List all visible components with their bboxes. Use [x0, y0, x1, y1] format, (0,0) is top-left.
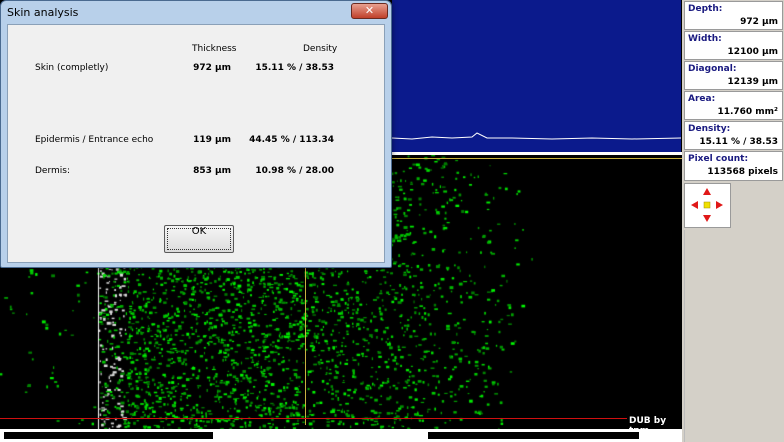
density-value: 15.11 % / 38.53 — [699, 137, 778, 147]
close-icon: ✕ — [364, 4, 375, 17]
panel-empty-area — [684, 230, 784, 442]
width-value: 12100 µm — [727, 47, 778, 57]
thickness-header: Thickness — [192, 44, 237, 54]
width-box: Width: 12100 µm — [684, 31, 783, 60]
center-dot-icon[interactable] — [703, 201, 711, 209]
epidermis-row-density: 44.45 % / 113.34 — [249, 135, 334, 145]
skin-analysis-dialog: Skin analysis ✕ Thickness Density Skin (… — [0, 0, 392, 268]
close-button[interactable]: ✕ — [351, 3, 388, 19]
density-box: Density: 15.11 % / 38.53 — [684, 121, 783, 150]
surface-marker-line[interactable] — [392, 158, 682, 159]
arrow-up-icon[interactable] — [703, 188, 711, 195]
arrow-down-icon[interactable] — [703, 215, 711, 222]
area-label: Area: — [688, 94, 716, 104]
diagonal-value: 12139 µm — [727, 77, 778, 87]
depth-box: Depth: 972 µm — [684, 1, 783, 30]
arrow-left-icon[interactable] — [691, 201, 698, 209]
scale-segment — [428, 432, 639, 439]
scale-strip — [0, 429, 682, 442]
ok-button[interactable]: OK — [164, 225, 234, 253]
epidermis-row-label: Epidermis / Entrance echo — [35, 135, 154, 145]
dermis-row-label: Dermis: — [35, 166, 70, 176]
diagonal-label: Diagonal: — [688, 64, 737, 74]
skin-row-label: Skin (completly) — [35, 63, 109, 73]
pixel-count-value: 113568 pixels — [707, 167, 778, 177]
pixel-count-label: Pixel count: — [688, 154, 749, 164]
measurement-panel: Depth: 972 µm Width: 12100 µm Diagonal: … — [683, 0, 784, 442]
density-profile-graph — [392, 0, 681, 154]
dialog-titlebar[interactable]: Skin analysis ✕ — [1, 1, 391, 23]
area-box: Area: 11.760 mm² — [684, 91, 783, 120]
profile-curve — [392, 132, 681, 140]
density-header: Density — [303, 44, 338, 54]
area-value: 11.760 mm² — [717, 107, 778, 117]
navigation-pad — [684, 183, 731, 228]
arrow-right-icon[interactable] — [716, 201, 723, 209]
dermis-row-density: 10.98 % / 28.00 — [255, 166, 334, 176]
width-label: Width: — [688, 34, 722, 44]
depth-label: Depth: — [688, 4, 723, 14]
scale-segment — [4, 432, 213, 439]
depth-marker-line[interactable] — [0, 418, 682, 419]
dialog-content: Thickness Density Skin (completly) 972 µ… — [7, 24, 385, 263]
dialog-title: Skin analysis — [7, 6, 79, 19]
diagonal-box: Diagonal: 12139 µm — [684, 61, 783, 90]
ok-button-label: OK — [191, 226, 207, 237]
density-label: Density: — [688, 124, 731, 134]
pixel-count-box: Pixel count: 113568 pixels — [684, 151, 783, 181]
skin-row-density: 15.11 % / 38.53 — [255, 63, 334, 73]
depth-value: 972 µm — [740, 17, 778, 27]
